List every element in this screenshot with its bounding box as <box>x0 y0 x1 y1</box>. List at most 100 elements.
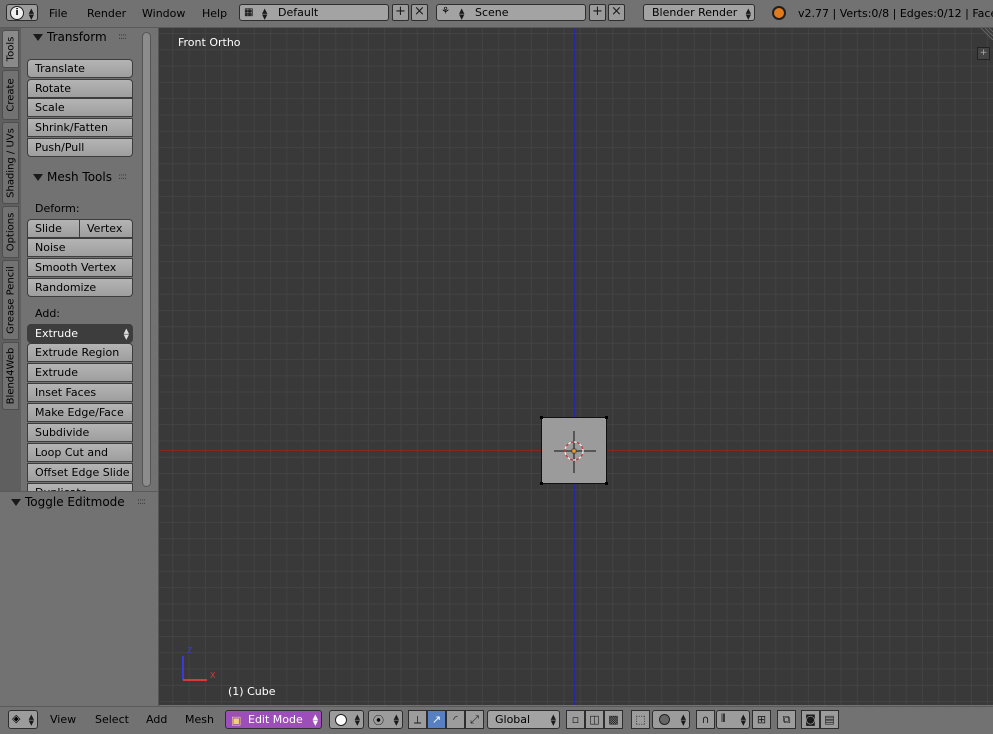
add-scene-button[interactable]: + <box>589 4 606 21</box>
extrude-region-button[interactable]: Extrude Region <box>27 343 133 362</box>
slide-edge-button[interactable]: Slide Ed <box>27 219 80 252</box>
mode-label: Edit Mode <box>248 713 303 726</box>
scene-selector[interactable]: ⚘ ▲ ▼ Scene <box>436 4 586 21</box>
add-layout-button[interactable]: + <box>392 4 409 21</box>
menu-file[interactable]: File <box>49 0 67 27</box>
pivot-icon: ⦿ <box>373 714 384 727</box>
updown-icon: ▲ ▼ <box>262 7 268 21</box>
smooth-vertex-button[interactable]: Smooth Vertex <box>27 258 133 277</box>
updown-icon: ▲ ▼ <box>459 7 465 21</box>
area-split-corner-icon[interactable] <box>979 28 993 40</box>
mode-selector[interactable]: ▣ Edit Mode ▲ ▼ <box>225 710 322 729</box>
snap-toggle-icon[interactable]: ∩ <box>696 710 715 729</box>
updown-icon: ▲ ▼ <box>312 713 318 727</box>
3d-viewport[interactable]: Front Ortho (1) Cube Z X + <box>159 28 993 705</box>
duplicate-button[interactable]: Duplicate <box>27 483 133 491</box>
mesh-tools-panel-header[interactable]: Mesh Tools <box>33 167 112 187</box>
add-label: Add: <box>35 307 61 320</box>
randomize-button[interactable]: Randomize <box>27 278 133 297</box>
edge-select-mode-icon[interactable]: ◫ <box>585 710 604 729</box>
tab-grease-pencil-label: Grease Pencil <box>5 266 16 334</box>
rotate-manipulator-icon[interactable]: ◜ <box>446 710 465 729</box>
collapse-triangle-icon <box>33 174 43 181</box>
extrude-individual-button[interactable]: Extrude Individual <box>27 363 133 396</box>
duplicate-button-clip: Duplicate <box>27 483 133 491</box>
tool-panel-lower <box>0 491 159 706</box>
menu-add[interactable]: Add <box>146 706 167 733</box>
blender-logo-icon <box>772 6 786 20</box>
info-icon: i <box>10 6 24 20</box>
limit-selection-visible-icon[interactable]: ⬚ <box>631 710 650 729</box>
inset-faces-button[interactable]: Inset Faces <box>27 383 133 402</box>
opengl-render-animation-icon[interactable]: ▤ <box>820 710 839 729</box>
face-select-mode-icon[interactable]: ▩ <box>604 710 623 729</box>
updown-icon: ▲ ▼ <box>550 713 556 727</box>
subdivide-button[interactable]: Subdivide <box>27 423 133 442</box>
translate-manipulator-icon[interactable]: ↗ <box>427 710 446 729</box>
opengl-render-still-icon[interactable]: ◙ <box>801 710 820 729</box>
gizmo-x-label: X <box>210 671 216 680</box>
tab-shading-uvs-label: Shading / UVs <box>5 128 16 198</box>
tab-shading-uvs[interactable]: Shading / UVs <box>2 122 19 204</box>
mesh-tools-header-label: Mesh Tools <box>47 170 112 184</box>
opengl-render-image-icon[interactable]: ⧉ <box>777 710 796 729</box>
manipulator-toggle-icon[interactable]: ⟂ <box>408 710 427 729</box>
drag-grip-icon[interactable]: :::: <box>118 32 127 42</box>
menu-select[interactable]: Select <box>95 706 129 733</box>
delete-layout-button[interactable]: × <box>411 4 428 21</box>
viewport-shading-selector[interactable]: ▲ ▼ <box>329 710 364 729</box>
toggle-editmode-panel-header[interactable]: Toggle Editmode <box>11 492 125 512</box>
tab-create[interactable]: Create <box>2 70 19 120</box>
vertex-point[interactable] <box>540 482 543 485</box>
push-pull-button[interactable]: Push/Pull <box>27 138 133 157</box>
pivot-point-selector[interactable]: ⦿ ▲ ▼ <box>368 710 403 729</box>
proportional-editing-selector[interactable]: ▲ ▼ <box>652 710 690 729</box>
menu-help[interactable]: Help <box>202 0 227 27</box>
offset-edge-slide-button[interactable]: Offset Edge Slide <box>27 463 133 482</box>
snap-target-icon[interactable]: ⊞ <box>752 710 771 729</box>
shrink-fatten-button[interactable]: Shrink/Fatten <box>27 118 133 137</box>
3d-cursor-icon[interactable] <box>552 429 598 475</box>
scale-button[interactable]: Scale <box>27 98 133 117</box>
tab-grease-pencil[interactable]: Grease Pencil <box>2 260 19 340</box>
vertex-slide-button[interactable]: Vertex <box>79 219 133 238</box>
drag-grip-icon[interactable]: :::: <box>137 497 146 507</box>
vertex-point[interactable] <box>540 416 543 419</box>
updown-icon: ▲ ▼ <box>123 327 129 341</box>
noise-button[interactable]: Noise <box>27 238 133 257</box>
editor-type-button[interactable]: ◈ ▲ ▼ <box>8 710 38 729</box>
transform-panel-header[interactable]: Transform <box>33 27 107 47</box>
vertex-point[interactable] <box>605 416 608 419</box>
menu-render[interactable]: Render <box>87 0 126 27</box>
tab-options[interactable]: Options <box>2 206 19 258</box>
extrude-label: Extrude <box>35 327 79 340</box>
collapse-triangle-icon <box>33 34 43 41</box>
extrude-dropdown[interactable]: Extrude ▲ ▼ <box>27 324 133 343</box>
translate-button[interactable]: Translate <box>27 59 133 78</box>
collapse-triangle-icon <box>11 499 21 506</box>
vertex-point[interactable] <box>605 482 608 485</box>
transform-header-label: Transform <box>47 30 107 44</box>
solid-sphere-icon <box>335 714 347 726</box>
scene-icon: ⚘ <box>441 6 450 17</box>
menu-window[interactable]: Window <box>142 0 185 27</box>
drag-grip-icon[interactable]: :::: <box>118 172 127 182</box>
make-edge-face-button[interactable]: Make Edge/Face <box>27 403 133 422</box>
transform-orientation-selector[interactable]: Global ▲ ▼ <box>487 710 560 729</box>
menu-mesh[interactable]: Mesh <box>185 706 214 733</box>
edit-mode-icon: ▣ <box>231 714 242 727</box>
menu-view[interactable]: View <box>50 706 76 733</box>
render-engine-selector[interactable]: Blender Render ▲ ▼ <box>643 4 755 21</box>
properties-region-toggle-icon[interactable]: + <box>977 47 990 60</box>
delete-scene-button[interactable]: × <box>608 4 625 21</box>
tab-blend4web[interactable]: Blend4Web <box>2 342 19 410</box>
editor-type-button[interactable]: i ▲ ▼ <box>6 4 38 21</box>
tool-shelf-scrollbar[interactable] <box>142 32 151 487</box>
snap-element-selector[interactable]: ⫴ ▲ ▼ <box>716 710 750 729</box>
vertex-select-mode-icon[interactable]: ▫ <box>566 710 585 729</box>
layout-selector[interactable]: ▦ ▲ ▼ Default <box>239 4 389 21</box>
tab-tools[interactable]: Tools <box>2 30 19 68</box>
rotate-button[interactable]: Rotate <box>27 79 133 98</box>
loop-cut-slide-button[interactable]: Loop Cut and Slide <box>27 443 133 476</box>
scale-manipulator-icon[interactable]: ⤢ <box>465 710 484 729</box>
